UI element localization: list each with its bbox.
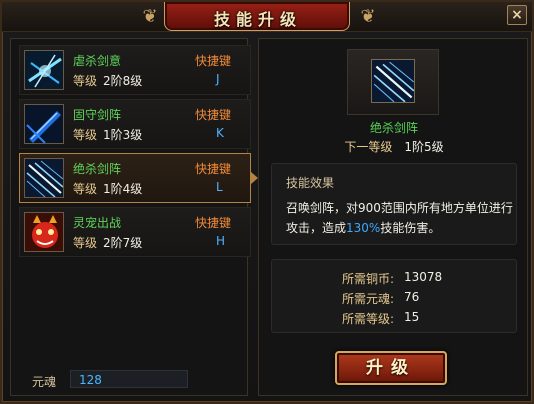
requirement-value: 13078 [404, 270, 443, 284]
skill-level-value: 2阶7级 [103, 236, 143, 250]
window-title: 技能升级 [213, 10, 302, 29]
skill-row-nuesha-jianyi[interactable]: 虐杀剑意 等级 2阶8级 快捷键 J [19, 45, 251, 95]
upgrade-button[interactable]: 升级 [335, 351, 447, 385]
requirements-box: 所需铜币: 13078 所需元魂: 76 所需等级: 15 [271, 259, 517, 333]
effect-description: 召唤剑阵，对900范围内所有地方单位进行攻击，造成130%技能伤害。 [286, 198, 514, 238]
hotkey-value: H [216, 234, 226, 248]
next-level-label: 下一等级 [344, 140, 393, 154]
yuanhun-value-box: 128 [70, 370, 188, 388]
skill-row-gushou-jianzhen[interactable]: 固守剑阵 等级 1阶3级 快捷键 K [19, 99, 251, 149]
selected-arrow-icon [251, 172, 258, 184]
skill-level: 等级 1阶3级 [73, 126, 142, 143]
hotkey-value: K [216, 126, 224, 140]
skill-level-label: 等级 [73, 128, 98, 142]
close-button[interactable]: × [507, 5, 527, 25]
hotkey-label: 快捷键 [195, 216, 232, 230]
skill-upgrade-window: 技能升级 ❦ ❦ × 虐杀剑意 等级 2阶8级 快捷键 J 固守剑阵 等级 1阶… [0, 0, 534, 404]
next-level-value: 1阶5级 [404, 140, 444, 154]
skill-level-label: 等级 [73, 74, 98, 88]
next-level: 下一等级 1阶5级 [259, 138, 529, 155]
skill-name: 虐杀剑意 [73, 54, 122, 68]
skill-list-panel: 虐杀剑意 等级 2阶8级 快捷键 J 固守剑阵 等级 1阶3级 快捷键 K 绝杀… [10, 38, 258, 396]
skill-level-value: 2阶8级 [103, 74, 143, 88]
skill-level: 等级 1阶4级 [73, 180, 142, 197]
requirement-value: 15 [404, 310, 420, 324]
requirement-label: 所需等级: [342, 312, 395, 326]
requirement-label: 所需铜币: [342, 272, 395, 286]
title-bar: 技能升级 ❦ ❦ × [2, 2, 532, 32]
skill-name: 灵宠出战 [73, 216, 122, 230]
skill-level-value: 1阶4级 [103, 182, 143, 196]
skill-effect-box: 技能效果 召唤剑阵，对900范围内所有地方单位进行攻击，造成130%技能伤害。 [271, 163, 517, 245]
sword-rain-icon [371, 59, 415, 103]
requirement-value: 76 [404, 290, 420, 304]
effect-title: 技能效果 [286, 176, 335, 190]
skill-name: 绝杀剑阵 [73, 162, 122, 176]
sword-rain-icon [24, 158, 64, 198]
yuanhun-value: 128 [79, 373, 102, 387]
demon-pet-icon [24, 212, 64, 252]
blue-sword-icon [24, 104, 64, 144]
skill-level-label: 等级 [73, 182, 98, 196]
hotkey-value: J [216, 72, 220, 86]
title-ornament-right-icon: ❦ [360, 6, 376, 27]
effect-desc-highlight: 130% [346, 221, 381, 235]
slash-burst-icon [24, 50, 64, 90]
hotkey-label: 快捷键 [195, 162, 232, 176]
skill-row-juesha-jianzhen[interactable]: 绝杀剑阵 等级 1阶4级 快捷键 L [19, 153, 258, 203]
skill-level: 等级 2阶7级 [73, 234, 142, 251]
selected-skill-name: 绝杀剑阵 [369, 121, 418, 135]
effect-desc-suffix: 技能伤害。 [380, 221, 441, 235]
title-plaque: 技能升级 [164, 2, 350, 31]
skill-name: 固守剑阵 [73, 108, 122, 122]
yuanhun-label: 元魂 [32, 375, 57, 389]
hotkey-label: 快捷键 [195, 108, 232, 122]
requirement-label: 所需元魂: [342, 292, 395, 306]
skill-row-lingchong-chuzhan[interactable]: 灵宠出战 等级 2阶7级 快捷键 H [19, 207, 251, 257]
title-ornament-left-icon: ❦ [142, 6, 158, 27]
skill-level-value: 1阶3级 [103, 128, 143, 142]
skill-level: 等级 2阶8级 [73, 72, 142, 89]
hotkey-label: 快捷键 [195, 54, 232, 68]
hotkey-value: L [216, 180, 223, 194]
selected-skill-icon-frame [347, 49, 439, 115]
skill-level-label: 等级 [73, 236, 98, 250]
skill-detail-panel: 绝杀剑阵 下一等级 1阶5级 技能效果 召唤剑阵，对900范围内所有地方单位进行攻… [258, 38, 528, 396]
